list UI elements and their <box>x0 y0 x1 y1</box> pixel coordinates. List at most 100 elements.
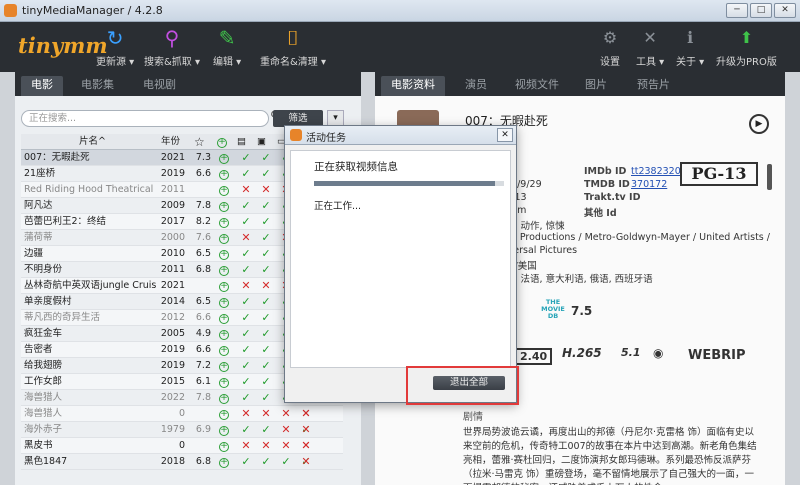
table-row[interactable]: 海外赤子 1979 6.9 + ✓ ✓ ✕ ✓ ✕ <box>21 422 343 438</box>
plus-circle-icon: + <box>219 457 229 468</box>
info-button[interactable]: ℹ 关于 ▾ <box>676 26 704 68</box>
movie-title-cell: 阿凡达 <box>24 200 53 211</box>
trakt-id-label: Trakt.tv ID <box>584 192 641 203</box>
add-cell[interactable]: + <box>219 310 233 326</box>
check-icon: ✓ <box>241 343 251 356</box>
col-add-header[interactable]: + <box>217 134 227 150</box>
check-icon: ✓ <box>241 359 251 372</box>
rename-button[interactable]: ⌷ 重命名&清理 ▾ <box>260 26 326 68</box>
imdb-id-link[interactable]: tt2382320 <box>631 166 681 177</box>
add-cell[interactable]: + <box>219 326 233 342</box>
plus-circle-icon: + <box>219 297 229 308</box>
tab-movie-details[interactable]: 电影资料 <box>381 76 445 96</box>
minimize-button[interactable]: ─ <box>726 3 748 18</box>
task-list: 正在获取视频信息 正在工作... <box>290 150 511 368</box>
dialog-close-button[interactable]: ✕ <box>497 128 513 142</box>
settings-button[interactable]: ⚙ 设置 <box>600 26 620 68</box>
add-cell[interactable]: + <box>219 342 233 358</box>
movie-rating-cell <box>189 278 211 294</box>
check-icon: ✓ <box>261 375 271 388</box>
refresh-button[interactable]: ↻ 更新源 ▾ <box>96 26 134 68</box>
add-cell[interactable]: + <box>219 150 233 166</box>
highlight-box <box>406 366 519 405</box>
check-icon: ✓ <box>261 423 271 436</box>
left-tabbar: 电影 电影集 电视剧 <box>15 72 361 96</box>
toolbar-label: 编辑 ▾ <box>213 57 242 68</box>
add-cell[interactable]: + <box>219 214 233 230</box>
add-cell[interactable]: + <box>219 182 233 198</box>
search-scrape-button[interactable]: ⚲ 搜索&抓取 ▾ <box>144 26 200 68</box>
add-cell[interactable]: + <box>219 374 233 390</box>
plus-circle-icon: + <box>219 329 229 340</box>
imdb-id-label: IMDb ID <box>584 166 627 177</box>
movie-year-cell: 2021 <box>160 152 185 163</box>
add-cell[interactable]: + <box>219 438 233 454</box>
check-icon: ✓ <box>261 151 271 164</box>
movie-year-cell: 2014 <box>160 296 185 307</box>
check-icon: ✓ <box>261 263 271 276</box>
movie-year-cell: 2011 <box>160 184 185 195</box>
movie-rating-cell: 6.6 <box>195 312 211 323</box>
movie-title-cell: 给我翅膀 <box>24 360 63 371</box>
movie-title-cell: 黑皮书 <box>24 440 53 451</box>
add-cell[interactable]: + <box>219 358 233 374</box>
check-icon: ✓ <box>241 455 251 468</box>
add-cell[interactable]: + <box>219 262 233 278</box>
check-icon: ✓ <box>261 455 271 468</box>
add-cell[interactable]: + <box>219 406 233 422</box>
tab-artwork[interactable]: 图片 <box>575 76 617 96</box>
col-year-header[interactable]: 年份 <box>161 134 180 150</box>
add-cell[interactable]: + <box>219 166 233 182</box>
tab-movie-sets[interactable]: 电影集 <box>71 76 124 96</box>
tab-cast[interactable]: 演员 <box>455 76 497 96</box>
tmdb-id-link[interactable]: 370172 <box>631 179 667 190</box>
col-title-header[interactable]: 片名^ <box>79 134 106 150</box>
add-cell[interactable]: + <box>219 454 233 470</box>
col-images-header[interactable]: ▣ <box>257 134 266 150</box>
tools-button[interactable]: ✕ 工具 ▾ <box>636 26 664 68</box>
detail-scrollbar[interactable] <box>767 164 772 190</box>
title-bar: tinyMediaManager / 4.2.8 ─ □ ✕ <box>0 0 800 22</box>
col-rating-header[interactable]: ☆ <box>194 134 205 150</box>
table-row[interactable]: 黑皮书 0 + ✕ ✕ ✕ ✕ ✕ <box>21 438 343 454</box>
add-cell[interactable]: + <box>219 294 233 310</box>
cross-icon: ✕ <box>281 439 291 452</box>
edit-button[interactable]: ✎ 编辑 ▾ <box>213 26 241 68</box>
movie-rating-cell: 6.5 <box>195 248 211 259</box>
movie-rating-cell: 6.9 <box>195 424 211 435</box>
task-status: 正在工作... <box>314 201 362 212</box>
close-button[interactable]: ✕ <box>774 3 796 18</box>
tab-tv-shows[interactable]: 电视剧 <box>133 76 186 96</box>
dialog-title-bar[interactable]: 活动任务 ✕ <box>285 126 516 145</box>
check-icon: ✓ <box>261 343 271 356</box>
table-row[interactable]: 黑色1847 2018 6.8 + ✓ ✓ ✓ ✓ ✕ <box>21 454 343 470</box>
cross-icon: ✕ <box>241 231 251 244</box>
tab-media-files[interactable]: 视频文件 <box>505 76 569 96</box>
movie-year-cell: 2017 <box>160 216 185 227</box>
add-cell[interactable]: + <box>219 230 233 246</box>
col-nfo-header[interactable]: ▤ <box>237 134 246 150</box>
add-cell[interactable]: + <box>219 390 233 406</box>
play-trailer-button[interactable]: ▶ <box>749 114 769 134</box>
add-cell[interactable]: + <box>219 422 233 438</box>
movie-year-cell: 2019 <box>160 344 185 355</box>
maximize-button[interactable]: □ <box>750 3 772 18</box>
plus-circle-icon: + <box>219 441 229 452</box>
search-input[interactable]: 正在搜索... <box>21 110 269 127</box>
movie-title-cell: 海兽猎人 <box>24 392 63 403</box>
cross-icon: ✕ <box>241 279 251 292</box>
tab-trailer[interactable]: 预告片 <box>627 76 680 96</box>
tab-movies[interactable]: 电影 <box>21 76 63 96</box>
add-cell[interactable]: + <box>219 246 233 262</box>
add-cell[interactable]: + <box>219 278 233 294</box>
check-icon: ✓ <box>261 359 271 372</box>
movie-title-cell: 边疆 <box>24 248 44 259</box>
movie-year-cell: 2011 <box>160 264 185 275</box>
toolbar-label: 升级为PRO版 <box>716 57 777 68</box>
upgrade-arrow-button[interactable]: ⬆ 升级为PRO版 <box>716 26 777 68</box>
table-row[interactable]: 海兽猎人 0 + ✕ ✕ ✕ ✕ ✕ <box>21 406 343 422</box>
movie-year-cell: 2021 <box>160 280 185 291</box>
movie-title-cell: 蒲荷蒂 <box>24 232 53 243</box>
check-icon: ✓ <box>261 215 271 228</box>
add-cell[interactable]: + <box>219 198 233 214</box>
